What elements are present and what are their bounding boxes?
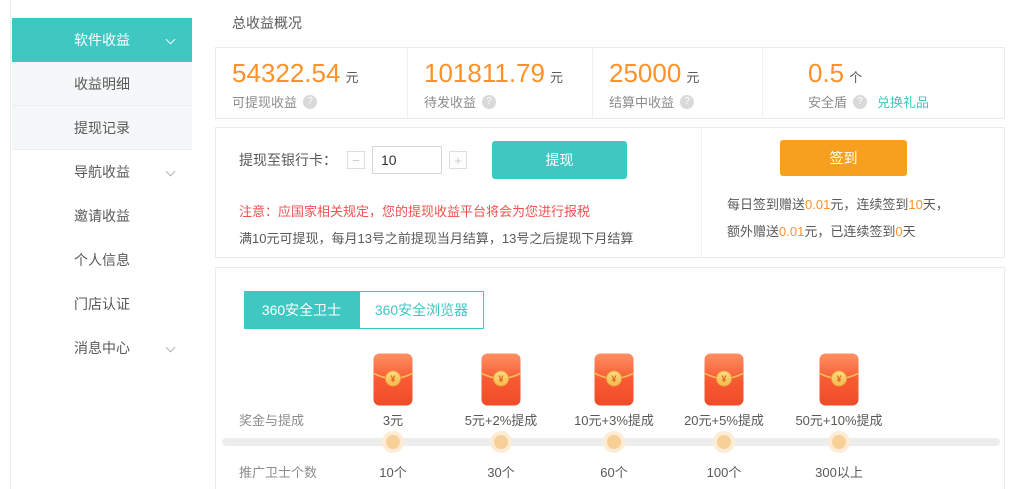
tier-bonus: 50元+10%提成: [769, 410, 909, 429]
withdraw-rules-note: 满10元可提现，每月13号之前提现当月结算，13号之后提现下月结算: [239, 228, 633, 247]
stat-unit: 元: [550, 70, 563, 85]
promo-card: 360安全卫士 360安全浏览器 ¥ ¥ ¥ ¥ ¥ 奖金与提成 3元 5元+2…: [215, 267, 1005, 489]
tab-360-safeguard[interactable]: 360安全卫士: [244, 291, 359, 329]
sidebar-item-personal-info[interactable]: 个人信息: [12, 238, 192, 282]
stat-value: 101811.79: [424, 58, 545, 88]
page: 软件收益 收益明细 提现记录 导航收益 邀请收益 个人信息 门店认证 消息中心 …: [0, 0, 1016, 489]
red-envelope-icon: ¥: [481, 353, 521, 406]
tab-360-browser[interactable]: 360安全浏览器: [359, 291, 484, 329]
withdraw-card: 提现至银行卡： − + 提现 注意：应国家相关规定，您的提现收益平台将会为您进行…: [215, 127, 1005, 258]
redeem-gift-link[interactable]: 兑换礼品: [877, 92, 929, 111]
stat-settling: 25000 元 结算中收益?: [593, 48, 763, 118]
bonus-row-label: 奖金与提成: [239, 410, 304, 429]
sidebar-item-revenue-detail[interactable]: 收益明细: [12, 62, 192, 106]
stat-label: 待发收益: [424, 92, 476, 111]
stat-security-shield: 0.5 个 安全盾? 兑换礼品: [763, 48, 1004, 118]
sidebar-item-label: 邀请收益: [74, 208, 130, 224]
stat-value: 54322.54: [232, 58, 340, 88]
stat-unit: 元: [345, 70, 358, 85]
sidebar-item-label: 提现记录: [74, 120, 130, 136]
signin-panel: 签到 每日签到赠送0.01元，连续签到10天， 额外赠送0.01元，已连续签到0…: [701, 128, 1004, 257]
withdraw-panel: 提现至银行卡： − + 提现 注意：应国家相关规定，您的提现收益平台将会为您进行…: [216, 128, 701, 257]
product-tabs: 360安全卫士 360安全浏览器: [244, 291, 484, 329]
stat-label: 可提现收益: [232, 92, 297, 111]
sidebar-item-label: 消息中心: [74, 340, 130, 356]
red-envelope-icon: ¥: [704, 353, 744, 406]
signin-notes: 每日签到赠送0.01元，连续签到10天， 额外赠送0.01元，已连续签到0天: [727, 191, 949, 245]
svg-text:¥: ¥: [390, 374, 395, 384]
stats-card: 54322.54 元 可提现收益? 101811.79 元 待发收益? 25000 元…: [215, 47, 1005, 119]
svg-text:¥: ¥: [498, 374, 503, 384]
progress-dot: [603, 431, 625, 453]
signin-note-line2: 额外赠送0.01元，已连续签到0天: [727, 218, 949, 245]
sidebar-item-withdraw-records[interactable]: 提现记录: [12, 106, 192, 150]
chevron-down-icon: [166, 167, 176, 177]
withdraw-button[interactable]: 提现: [492, 141, 627, 179]
sidebar-item-store-certification[interactable]: 门店认证: [12, 282, 192, 326]
signin-button[interactable]: 签到: [780, 140, 907, 176]
sidebar: 软件收益 收益明细 提现记录 导航收益 邀请收益 个人信息 门店认证 消息中心: [12, 0, 192, 370]
amount-input[interactable]: [372, 146, 442, 174]
sidebar-divider: [10, 0, 11, 489]
stat-pending: 101811.79 元 待发收益?: [408, 48, 593, 118]
stat-label: 安全盾: [808, 92, 847, 111]
progress-dot: [382, 431, 404, 453]
stat-withdrawable: 54322.54 元 可提现收益?: [216, 48, 408, 118]
sidebar-item-invite-revenue[interactable]: 邀请收益: [12, 194, 192, 238]
sidebar-item-label: 门店认证: [74, 296, 130, 312]
stat-value: 25000: [609, 58, 681, 88]
sidebar-item-software-revenue[interactable]: 软件收益: [12, 18, 192, 62]
stat-label: 结算中收益: [609, 92, 674, 111]
sidebar-item-navigation-revenue[interactable]: 导航收益: [12, 150, 192, 194]
sidebar-item-label: 收益明细: [74, 76, 130, 92]
progress-dot: [713, 431, 735, 453]
sidebar-item-label: 软件收益: [74, 32, 130, 48]
progress-dot: [490, 431, 512, 453]
stat-unit: 元: [686, 70, 699, 85]
tier-count: 300以上: [769, 462, 909, 481]
svg-text:¥: ¥: [836, 374, 841, 384]
count-row-label: 推广卫士个数: [239, 462, 317, 481]
help-icon[interactable]: ?: [680, 95, 694, 109]
plus-button[interactable]: +: [449, 151, 467, 169]
svg-text:¥: ¥: [721, 374, 726, 384]
stat-value: 0.5: [808, 58, 844, 88]
signin-note-line1: 每日签到赠送0.01元，连续签到10天，: [727, 191, 949, 218]
progress-dot: [828, 431, 850, 453]
minus-button[interactable]: −: [347, 151, 365, 169]
chevron-down-icon: [166, 35, 176, 45]
sidebar-item-label: 导航收益: [74, 164, 130, 180]
help-icon[interactable]: ?: [303, 95, 317, 109]
stat-unit: 个: [849, 70, 862, 85]
help-icon[interactable]: ?: [482, 95, 496, 109]
amount-stepper: − +: [347, 146, 467, 174]
sidebar-item-message-center[interactable]: 消息中心: [12, 326, 192, 370]
page-title: 总收益概况: [232, 13, 302, 33]
chevron-down-icon: [166, 343, 176, 353]
red-envelope-icon: ¥: [373, 353, 413, 406]
svg-text:¥: ¥: [611, 374, 616, 384]
red-envelope-icon: ¥: [819, 353, 859, 406]
tax-warning-note: 注意：应国家相关规定，您的提现收益平台将会为您进行报税: [239, 201, 590, 220]
help-icon[interactable]: ?: [853, 95, 867, 109]
red-envelope-icon: ¥: [594, 353, 634, 406]
sidebar-item-label: 个人信息: [74, 252, 130, 268]
withdraw-to-bank-label: 提现至银行卡：: [239, 150, 337, 170]
